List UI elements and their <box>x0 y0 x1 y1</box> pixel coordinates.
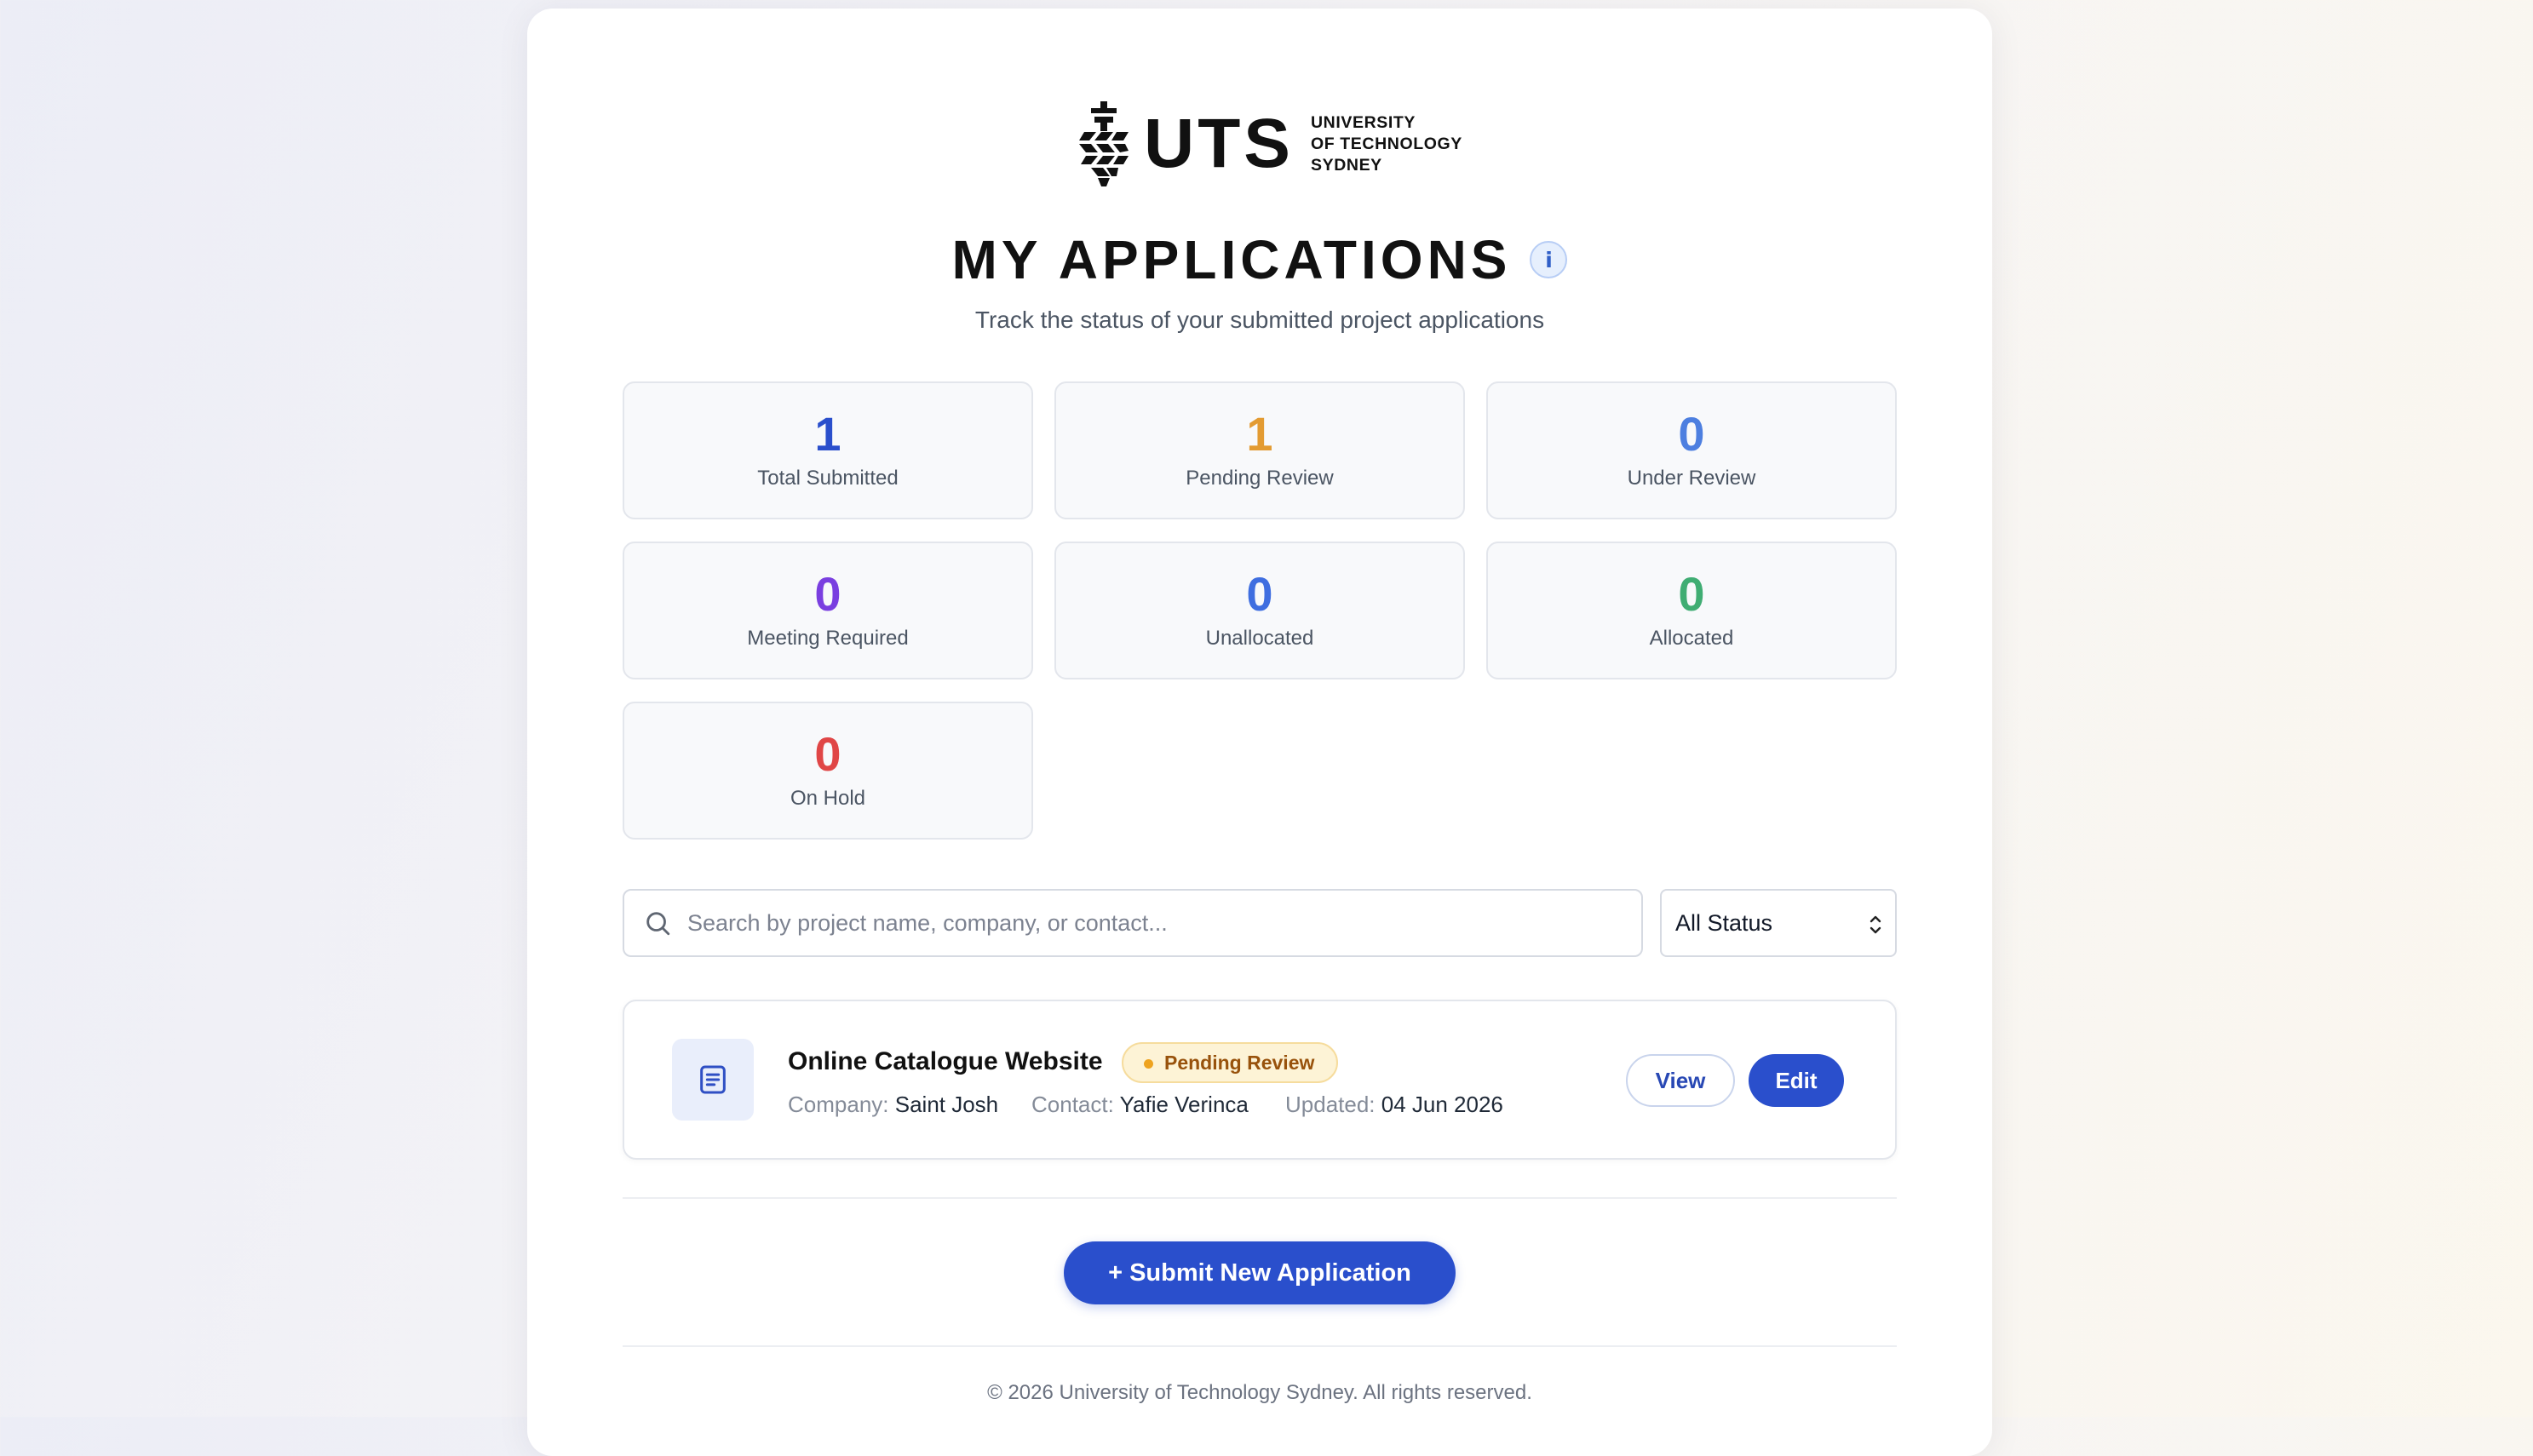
stat-card-pending-review: 1 Pending Review <box>1054 381 1465 519</box>
edit-button[interactable]: Edit <box>1749 1054 1844 1107</box>
info-icon[interactable]: i <box>1530 241 1568 278</box>
stat-card-allocated: 0 Allocated <box>1486 542 1897 679</box>
stat-label: On Hold <box>790 787 866 810</box>
stat-card-under-review: 0 Under Review <box>1486 381 1897 519</box>
stat-value: 0 <box>1678 567 1705 621</box>
application-name: Online Catalogue Website <box>788 1047 1103 1075</box>
application-icon-tile <box>672 1039 754 1121</box>
stat-label: Pending Review <box>1186 467 1334 490</box>
updated-value: 04 Jun 2026 <box>1381 1092 1503 1117</box>
logo-line-1: UNIVERSITY <box>1311 112 1416 132</box>
stat-label: Allocated <box>1649 627 1734 650</box>
status-filter-value: All Status <box>1675 909 1773 936</box>
contact-value: Yafie Verinca <box>1119 1092 1249 1117</box>
status-dot <box>1144 1059 1153 1069</box>
updown-chevron-icon <box>1870 915 1881 934</box>
application-updated: Updated: 04 Jun 2026 <box>1285 1092 1503 1118</box>
application-company: Company: Saint Josh <box>788 1092 998 1118</box>
logo-subtitle: UNIVERSITY OF TECHNOLOGY SYDNEY <box>1311 112 1462 176</box>
contact-label: Contact: <box>1031 1092 1114 1117</box>
footer-divider <box>623 1345 1897 1347</box>
stat-value: 0 <box>1246 567 1273 621</box>
status-badge-label: Pending Review <box>1164 1051 1315 1074</box>
search-box <box>623 889 1643 957</box>
stat-value: 0 <box>814 567 841 621</box>
company-label: Company: <box>788 1092 889 1117</box>
application-row: Online Catalogue Website Pending Review … <box>623 1000 1897 1160</box>
uts-logo: UTS UNIVERSITY OF TECHNOLOGY SYDNEY <box>1079 97 1462 191</box>
stat-label: Under Review <box>1627 467 1756 490</box>
submit-new-application-button[interactable]: + Submit New Application <box>1064 1241 1456 1304</box>
view-button[interactable]: View <box>1626 1054 1735 1107</box>
stat-label: Unallocated <box>1205 627 1314 650</box>
search-input[interactable] <box>686 909 1609 937</box>
stat-label: Total Submitted <box>757 467 899 490</box>
divider <box>623 1197 1897 1199</box>
stat-card-on-hold: 0 On Hold <box>623 702 1033 840</box>
page-title: MY APPLICATIONS <box>951 229 1512 290</box>
status-filter-select[interactable]: All Status <box>1660 889 1897 957</box>
stat-card-unallocated: 0 Unallocated <box>1054 542 1465 679</box>
title-row: MY APPLICATIONS i <box>527 226 1992 294</box>
stat-value: 0 <box>1678 407 1705 461</box>
stat-value: 1 <box>1246 407 1273 461</box>
stat-card-meeting-required: 0 Meeting Required <box>623 542 1033 679</box>
logo-wordmark: UTS <box>1144 105 1294 182</box>
stat-card-total-submitted: 1 Total Submitted <box>623 381 1033 519</box>
application-contact: Contact: Yafie Verinca <box>1031 1092 1249 1118</box>
page-subtitle: Track the status of your submitted proje… <box>974 307 1545 333</box>
company-value: Saint Josh <box>894 1092 999 1117</box>
document-icon <box>700 1065 726 1094</box>
search-icon <box>646 912 670 936</box>
stat-value: 1 <box>814 407 841 461</box>
logo-line-2: OF TECHNOLOGY <box>1311 134 1462 153</box>
stat-label: Meeting Required <box>747 627 909 650</box>
logo-line-3: SYDNEY <box>1311 155 1382 175</box>
status-badge: Pending Review <box>1122 1042 1339 1083</box>
uts-logo-icon <box>1079 101 1129 186</box>
applications-card: UTS UNIVERSITY OF TECHNOLOGY SYDNEY MY A… <box>527 9 1992 1456</box>
stat-value: 0 <box>814 727 841 781</box>
updated-label: Updated: <box>1285 1092 1376 1117</box>
footer-copyright: © 2026 University of Technology Sydney. … <box>987 1381 1532 1404</box>
